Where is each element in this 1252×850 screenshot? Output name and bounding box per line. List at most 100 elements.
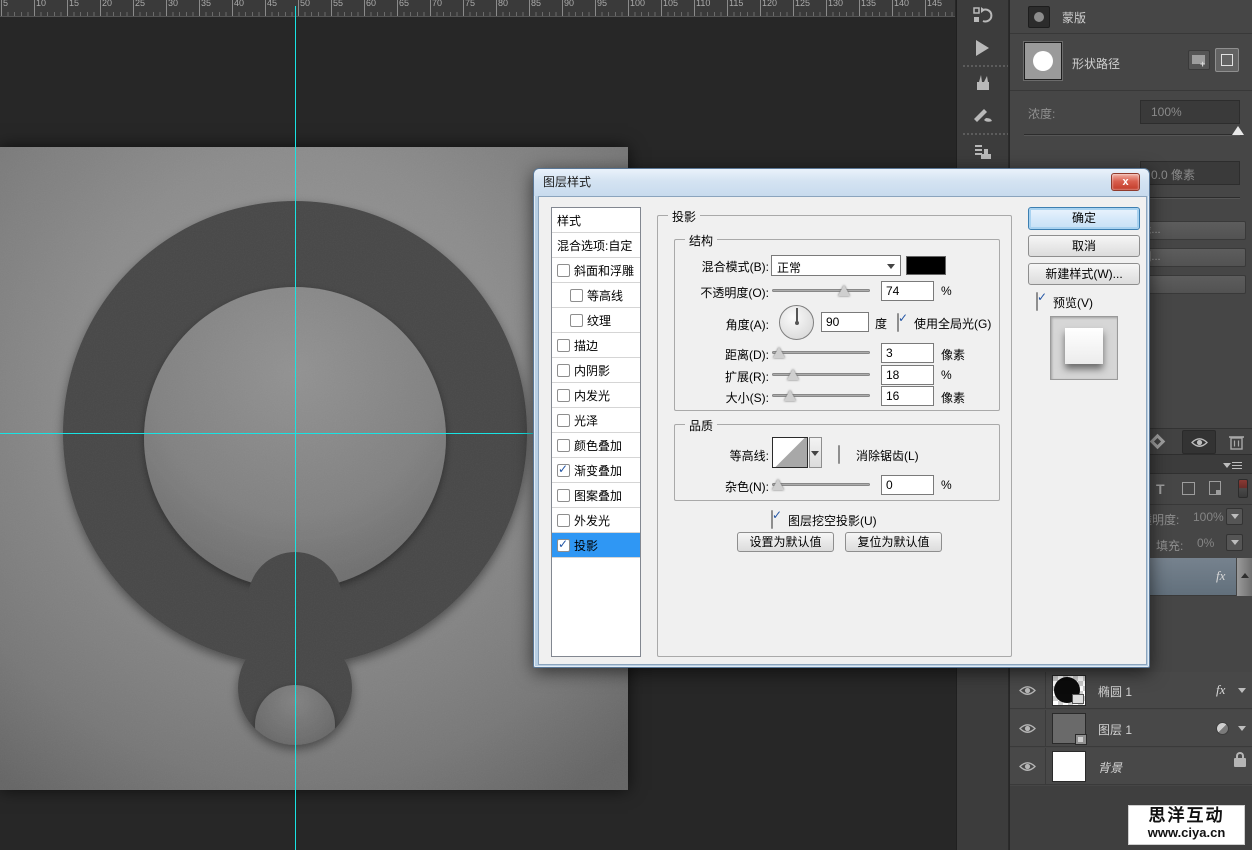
density-value-field[interactable]: 100% — [1140, 100, 1240, 124]
knockout-checkbox[interactable] — [771, 510, 773, 529]
size-slider[interactable] — [772, 389, 870, 403]
global-light-checkbox[interactable] — [897, 313, 899, 332]
cancel-button[interactable]: 取消 — [1028, 235, 1140, 257]
effects-collapse-arrow[interactable] — [1238, 726, 1246, 731]
checkbox[interactable] — [557, 364, 570, 377]
visibility-toggle[interactable] — [1010, 710, 1046, 747]
vector-mask-icon[interactable] — [1215, 48, 1239, 72]
brush-panel-button[interactable] — [957, 68, 1008, 100]
set-default-button[interactable]: 设置为默认值 — [737, 532, 834, 552]
new-style-button[interactable]: 新建样式(W)... — [1028, 263, 1140, 285]
reset-default-button[interactable]: 复位为默认值 — [845, 532, 942, 552]
bevel-emboss-item[interactable]: 斜面和浮雕 — [552, 258, 640, 283]
checkbox-checked[interactable] — [557, 539, 570, 552]
inner-shadow-item[interactable]: 内阴影 — [552, 358, 640, 383]
checkbox[interactable] — [570, 289, 583, 302]
load-selection-icon[interactable] — [1148, 433, 1168, 451]
ruler-tick-label: 5 — [3, 0, 8, 8]
ok-button[interactable]: 确定 — [1028, 207, 1140, 230]
fill-dropdown-arrow[interactable] — [1226, 534, 1243, 551]
contour-swatch[interactable] — [772, 437, 808, 468]
effects-collapse-arrow[interactable] — [1238, 688, 1246, 693]
layer-name[interactable]: 图层 1 — [1098, 721, 1132, 738]
checkbox-checked[interactable] — [557, 464, 570, 477]
masks-panel-header[interactable]: 蒙版 — [1010, 0, 1252, 33]
styles-list-header[interactable]: 样式 — [552, 208, 640, 233]
density-slider-thumb[interactable] — [1232, 126, 1244, 135]
contour-dropdown-arrow[interactable] — [809, 437, 822, 468]
antialias-checkbox[interactable] — [838, 445, 840, 464]
texture-item[interactable]: 纹理 — [552, 308, 640, 333]
filter-toggle-switch[interactable] — [1238, 479, 1248, 498]
layers-scrollbar[interactable] — [1236, 558, 1252, 596]
opacity-dropdown-arrow[interactable] — [1226, 508, 1243, 525]
fill-value[interactable]: 0% — [1192, 533, 1226, 553]
preview-checkbox[interactable] — [1036, 292, 1038, 311]
panel-menu-icon[interactable] — [1232, 462, 1242, 469]
close-icon[interactable]: x — [1111, 173, 1140, 191]
history-panel-button[interactable] — [957, 0, 1008, 32]
angle-field[interactable]: 90 — [821, 312, 869, 332]
spread-field[interactable]: 18 — [881, 365, 934, 385]
pattern-overlay-item[interactable]: 图案叠加 — [552, 483, 640, 508]
satin-item[interactable]: 光泽 — [552, 408, 640, 433]
layer-row-layer1[interactable]: 图层 1 — [1010, 710, 1252, 747]
checkbox[interactable] — [557, 514, 570, 527]
blend-mode-dropdown[interactable]: 正常 — [771, 255, 901, 276]
shape-filter-icon[interactable] — [1182, 482, 1195, 495]
checkbox[interactable] — [557, 264, 570, 277]
layer-name[interactable]: 椭圆 1 — [1098, 683, 1132, 700]
spread-slider[interactable] — [772, 368, 870, 382]
color-overlay-item[interactable]: 颜色叠加 — [552, 433, 640, 458]
checkbox[interactable] — [557, 439, 570, 452]
angle-dial[interactable] — [779, 305, 814, 340]
actions-panel-button[interactable] — [957, 32, 1008, 64]
layer-row-ellipse1[interactable]: 椭圆 1 fx — [1010, 672, 1252, 709]
vertical-guide[interactable] — [295, 6, 296, 850]
type-filter-icon[interactable]: T — [1156, 481, 1165, 497]
noise-field[interactable]: 0 — [881, 475, 934, 495]
contour-item[interactable]: 等高线 — [552, 283, 640, 308]
outer-glow-item[interactable]: 外发光 — [552, 508, 640, 533]
layer-thumbnail-ellipse[interactable] — [1052, 675, 1086, 706]
distance-field[interactable]: 3 — [881, 343, 934, 363]
smart-object-filter-icon[interactable] — [1209, 481, 1221, 495]
noise-slider[interactable] — [772, 478, 870, 492]
layer-thumbnail-white[interactable] — [1052, 751, 1086, 782]
drop-shadow-item-selected[interactable]: 投影 — [552, 533, 640, 558]
ruler-tick-label: 50 — [300, 0, 310, 8]
blending-options-item[interactable]: 混合选项:自定 — [552, 233, 640, 258]
layer-thumbnail-gray[interactable] — [1052, 713, 1086, 744]
layer-fx-badge[interactable]: fx — [1216, 682, 1225, 698]
shadow-color-swatch[interactable] — [906, 256, 946, 275]
stroke-item[interactable]: 描边 — [552, 333, 640, 358]
delete-mask-button[interactable] — [1228, 433, 1245, 456]
checkbox[interactable] — [557, 339, 570, 352]
dialog-title[interactable]: 图层样式 — [534, 169, 1149, 196]
shape-path-thumbnail[interactable] — [1024, 42, 1062, 80]
add-pixel-mask-icon[interactable]: + — [1188, 50, 1210, 70]
brush-presets-panel-button[interactable] — [957, 100, 1008, 132]
gradient-overlay-item[interactable]: 渐变叠加 — [552, 458, 640, 483]
visibility-toggle[interactable] — [1010, 748, 1046, 785]
layer-fx-badge[interactable]: fx — [1216, 568, 1225, 584]
checkbox[interactable] — [557, 389, 570, 402]
opacity-slider[interactable] — [772, 284, 870, 298]
size-field[interactable]: 16 — [881, 386, 934, 406]
distance-slider[interactable] — [772, 346, 870, 360]
clone-source-panel-button[interactable] — [957, 136, 1008, 168]
horizontal-ruler[interactable]: 5101520253035404550556065707580859095100… — [0, 0, 955, 17]
layer-style-circle-icon[interactable] — [1216, 722, 1229, 735]
opacity-value[interactable]: 100% — [1188, 507, 1226, 527]
layer-row-background[interactable]: 背景 — [1010, 748, 1252, 785]
checkbox[interactable] — [557, 414, 570, 427]
opacity-field[interactable]: 74 — [881, 281, 934, 301]
feather-value-field[interactable]: 0.0 像素 — [1140, 161, 1240, 185]
layer-name[interactable]: 背景 — [1098, 759, 1122, 776]
density-slider[interactable] — [1024, 134, 1240, 136]
visibility-toggle[interactable] — [1010, 672, 1046, 709]
checkbox[interactable] — [570, 314, 583, 327]
mask-visibility-button[interactable] — [1182, 430, 1216, 454]
checkbox[interactable] — [557, 489, 570, 502]
inner-glow-item[interactable]: 内发光 — [552, 383, 640, 408]
